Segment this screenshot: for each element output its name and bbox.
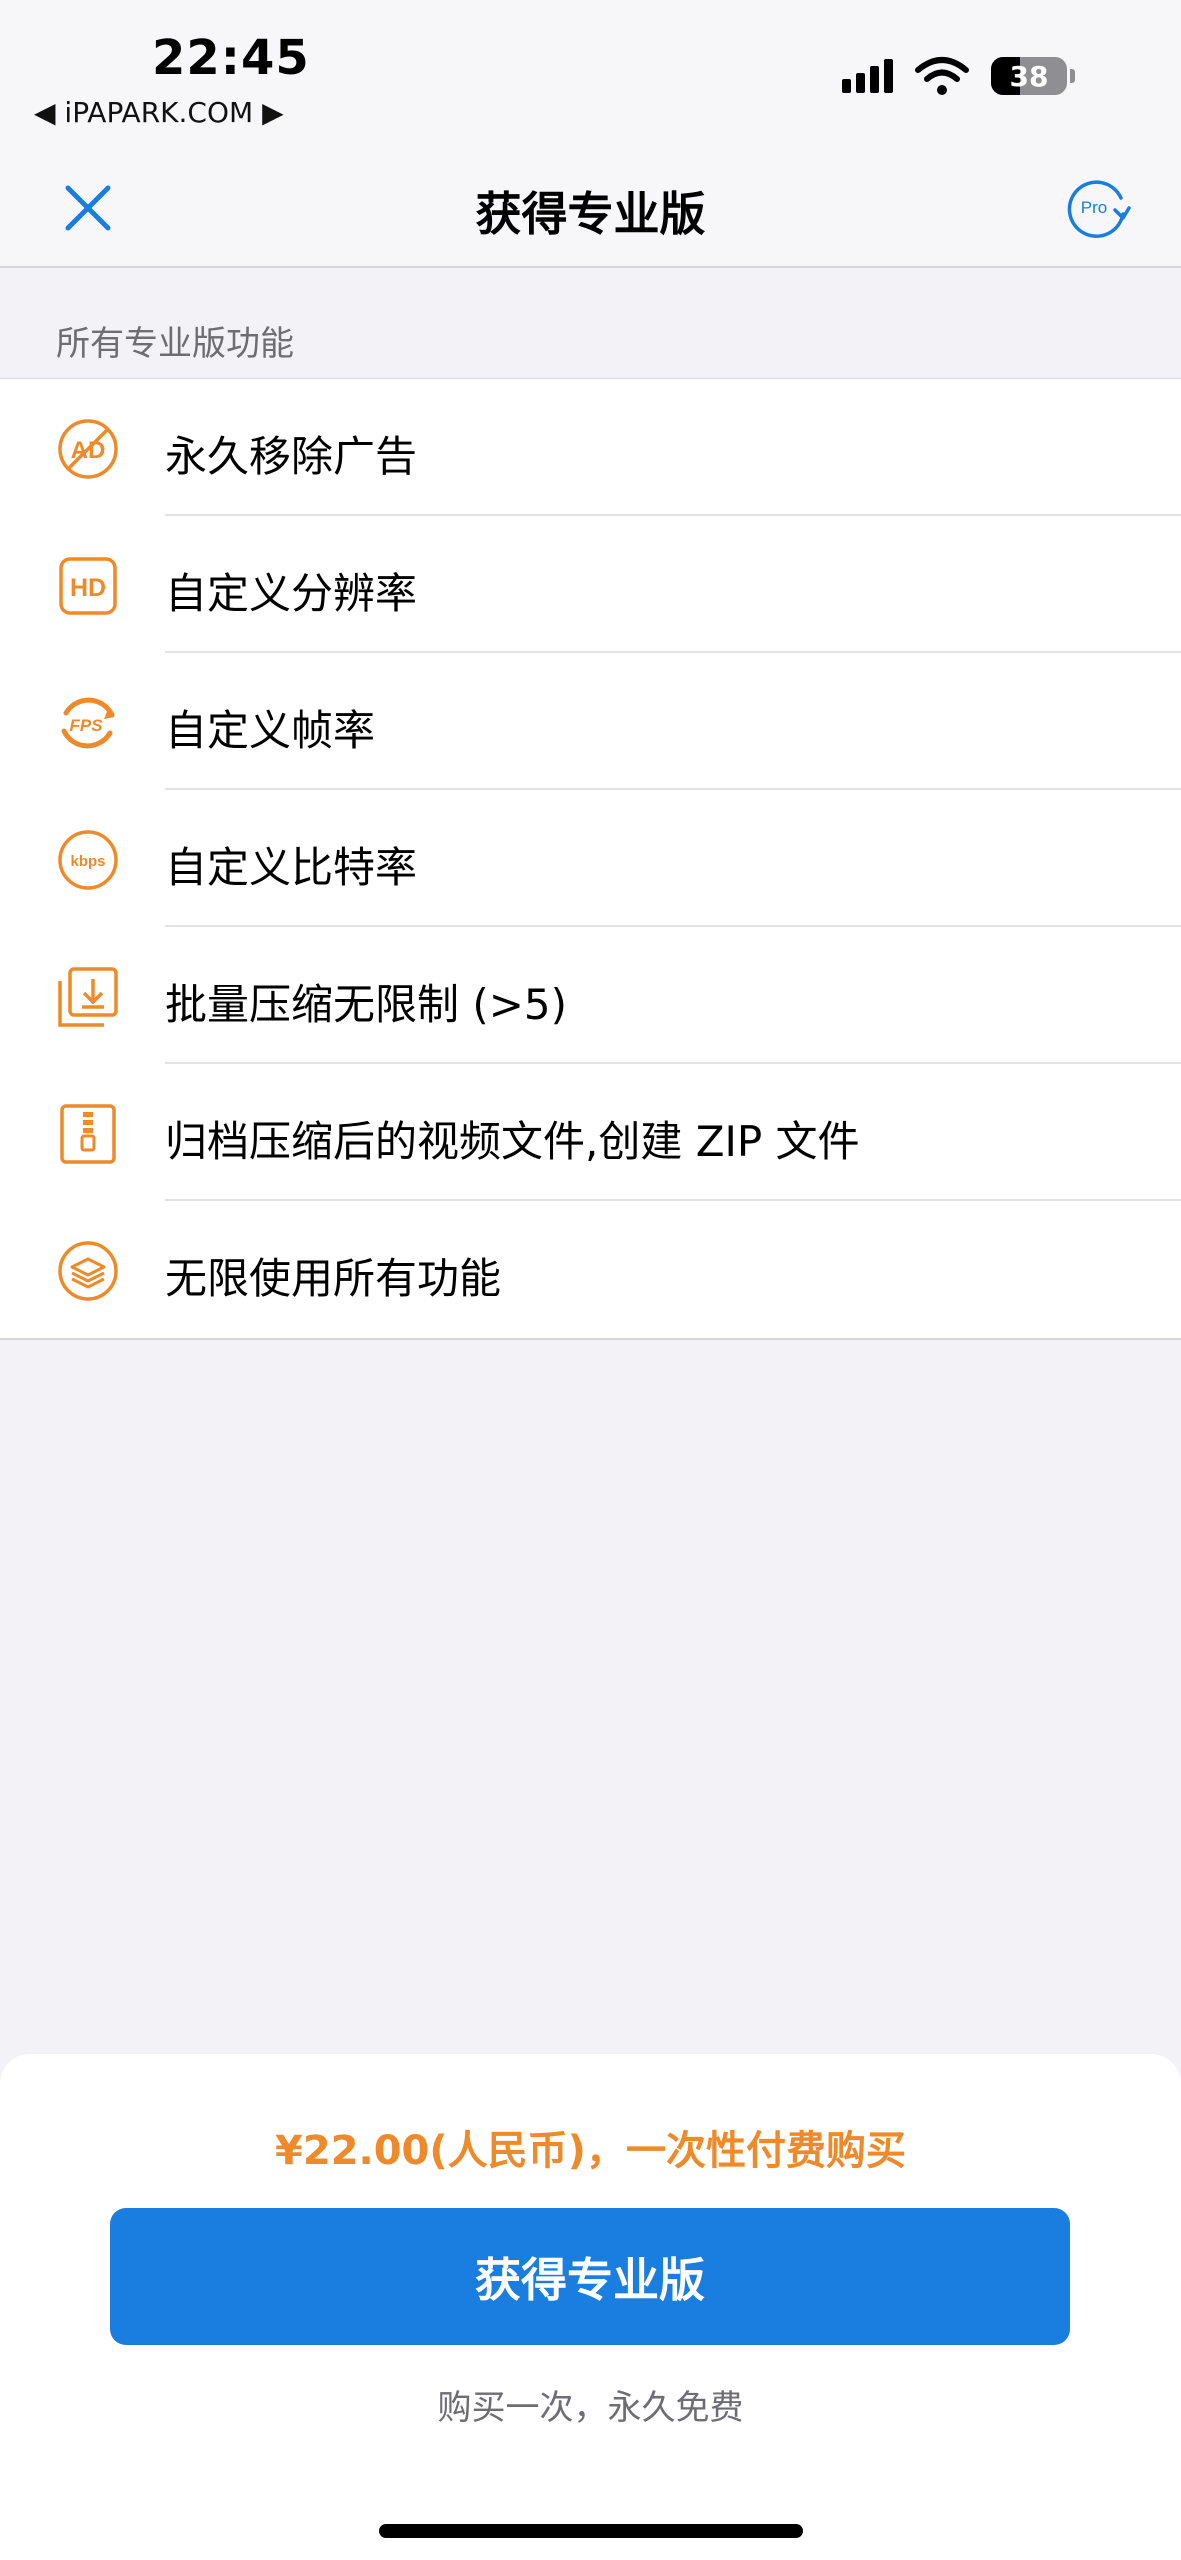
section-header: 所有专业版功能 xyxy=(56,324,294,364)
feature-label: 自定义比特率 xyxy=(165,843,418,892)
svg-text:FPS: FPS xyxy=(69,716,103,735)
list-item: AD 永久移除广告 xyxy=(0,379,1181,516)
restore-purchase-icon[interactable]: Pro xyxy=(1065,176,1131,238)
layers-icon xyxy=(58,1241,118,1301)
feature-label: 批量压缩无限制 (>5) xyxy=(165,980,568,1029)
purchase-sheet: ¥22.00(人民币)，一次性付费购买 获得专业版 购买一次，永久免费 xyxy=(0,2054,1181,2560)
svg-text:HD: HD xyxy=(70,574,106,602)
feature-label: 永久移除广告 xyxy=(165,432,418,481)
home-indicator[interactable] xyxy=(379,2524,803,2538)
status-time: 22:45 xyxy=(152,30,310,86)
list-item: kbps 自定义比特率 xyxy=(0,790,1181,927)
purchase-note: 购买一次，永久免费 xyxy=(437,2388,744,2428)
wifi-icon xyxy=(915,57,969,95)
svg-text:kbps: kbps xyxy=(70,853,105,870)
list-item: 无限使用所有功能 xyxy=(0,1201,1181,1338)
feature-label: 自定义帧率 xyxy=(165,706,376,755)
list-item: 归档压缩后的视频文件,创建 ZIP 文件 xyxy=(0,1064,1181,1201)
status-bar: 22:45 ◀ iPAPARK.COM ▶ 38 xyxy=(0,0,1181,140)
back-to-app-link[interactable]: ◀ iPAPARK.COM ▶ xyxy=(34,96,284,129)
fps-icon: FPS xyxy=(61,697,115,749)
batch-download-icon xyxy=(58,967,118,1027)
feature-label: 无限使用所有功能 xyxy=(165,1254,502,1303)
price-text: ¥22.00(人民币)，一次性付费购买 xyxy=(275,2128,906,2174)
page-title: 获得专业版 xyxy=(475,187,706,241)
feature-label: 自定义分辨率 xyxy=(165,569,418,618)
pro-upgrade-screen: 22:45 ◀ iPAPARK.COM ▶ 38 获得专业版 Pro 所有专业版… xyxy=(0,0,1181,2560)
battery-icon: 38 xyxy=(991,57,1075,95)
restore-icon-text: Pro xyxy=(1081,198,1107,217)
status-icons: 38 xyxy=(842,56,1075,96)
cellular-signal-icon xyxy=(842,59,893,93)
feature-list: AD 永久移除广告 HD 自定义分辨率 FPS 自定义帧率 xyxy=(0,378,1181,1340)
close-icon[interactable] xyxy=(58,178,118,238)
kbps-icon: kbps xyxy=(58,830,118,890)
get-pro-button[interactable]: 获得专业版 xyxy=(110,2208,1070,2345)
feature-label: 归档压缩后的视频文件,创建 ZIP 文件 xyxy=(165,1117,860,1166)
battery-level: 38 xyxy=(1009,59,1049,93)
list-item: 批量压缩无限制 (>5) xyxy=(0,927,1181,1064)
list-item: HD 自定义分辨率 xyxy=(0,516,1181,653)
hd-icon: HD xyxy=(59,557,117,615)
zip-archive-icon xyxy=(60,1104,116,1164)
list-item: FPS 自定义帧率 xyxy=(0,653,1181,790)
navigation-bar: 获得专业版 Pro xyxy=(0,140,1181,268)
no-ads-icon: AD xyxy=(58,419,118,479)
